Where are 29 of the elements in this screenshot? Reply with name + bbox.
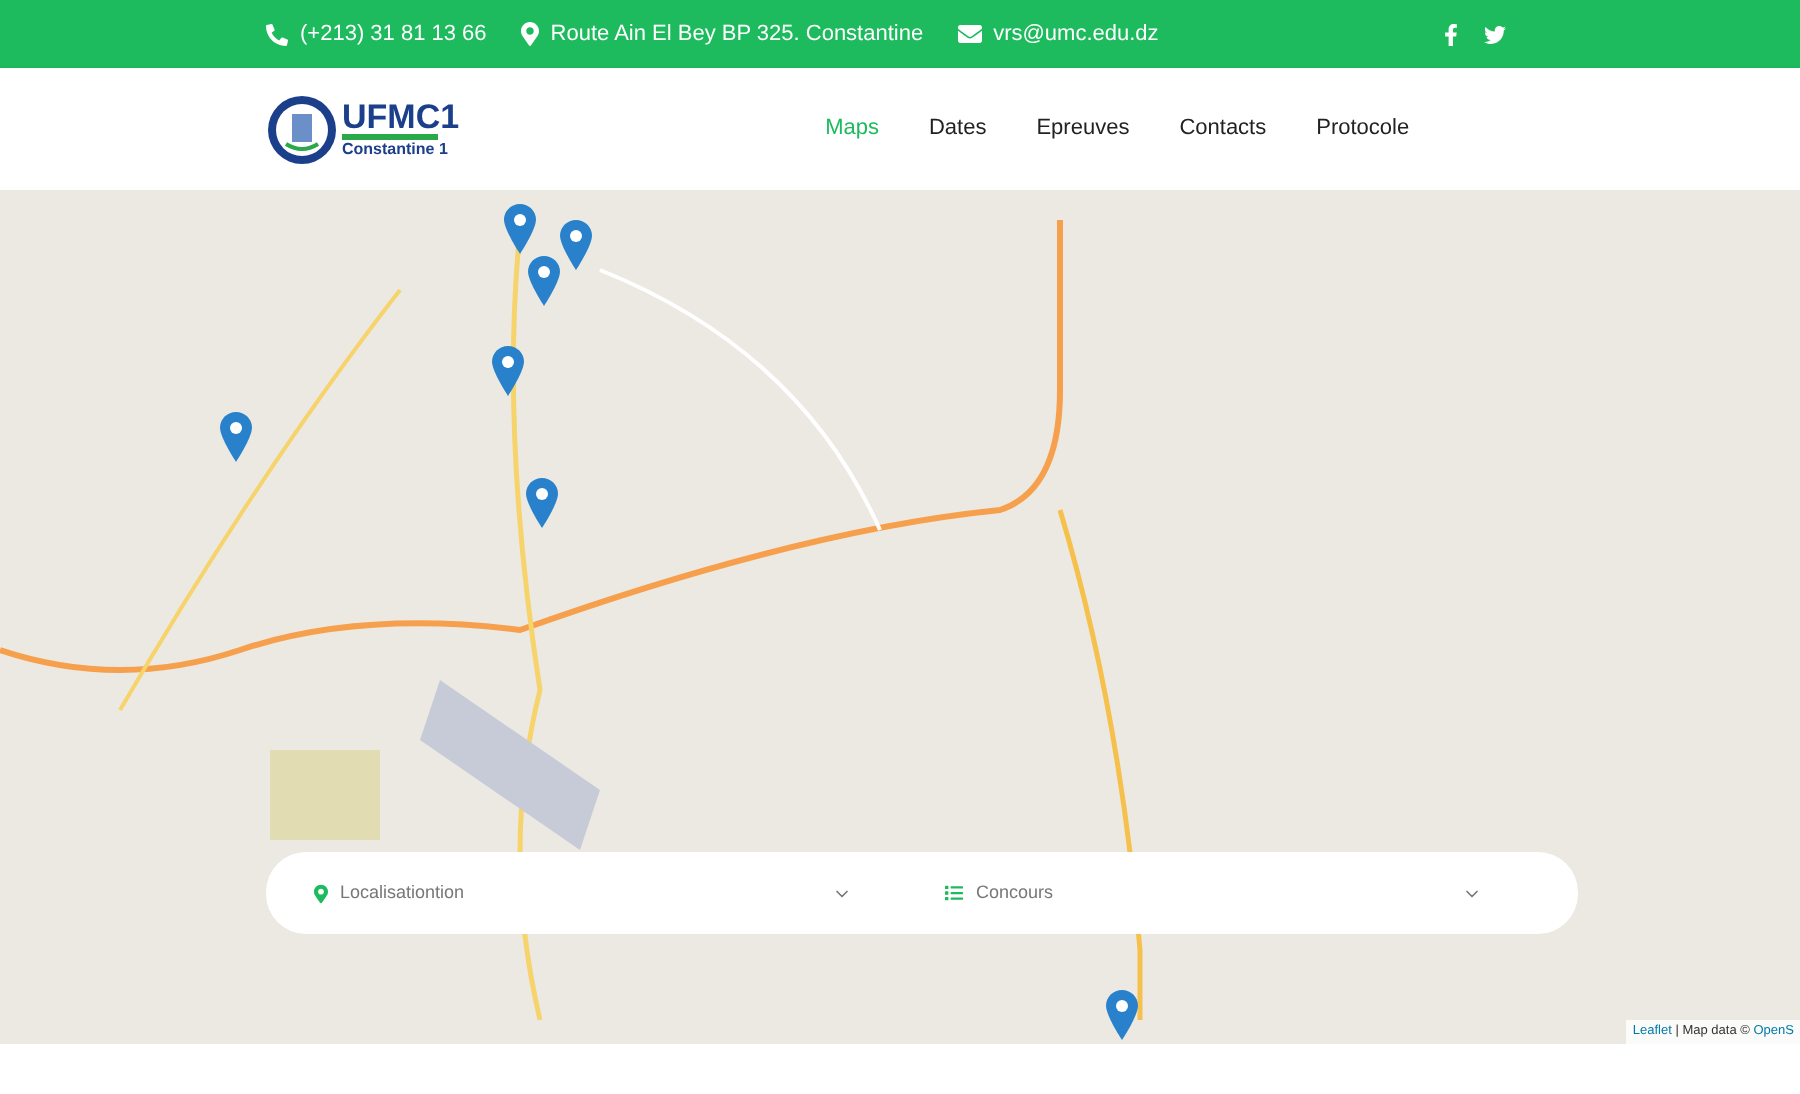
map-pin-icon[interactable] xyxy=(1106,990,1138,1040)
map-pin-icon[interactable] xyxy=(528,256,560,306)
email-text: vrs@umc.edu.dz xyxy=(993,19,1159,50)
phone-number: (+213) 31 81 13 66 xyxy=(300,19,487,50)
nav-link[interactable]: Maps xyxy=(825,112,879,146)
mail-icon xyxy=(957,22,982,46)
map-pin-icon[interactable] xyxy=(492,346,524,396)
logo-title: UFMC1 xyxy=(342,99,460,133)
list-icon xyxy=(944,884,964,902)
location-pin-icon xyxy=(314,883,328,903)
address-text: Route Ain El Bey BP 325. Constantine xyxy=(550,19,924,50)
nav-link[interactable]: Dates xyxy=(928,112,987,146)
university-seal-icon xyxy=(266,93,338,165)
filter-select[interactable]: Localisationtion xyxy=(266,863,856,923)
nav-link[interactable]: Epreuves xyxy=(1036,112,1130,146)
map-pin-icon[interactable] xyxy=(560,220,592,270)
campus-area xyxy=(270,750,380,840)
facebook-icon[interactable] xyxy=(1442,23,1460,45)
map-pin-icon[interactable] xyxy=(504,204,536,254)
nav-link[interactable]: Protocole xyxy=(1316,112,1410,146)
logo-underline xyxy=(342,133,438,139)
twitter-icon[interactable] xyxy=(1484,23,1506,45)
logo-subtitle: Constantine 1 xyxy=(342,139,450,159)
map-pin-icon[interactable] xyxy=(526,478,558,528)
map-pin-icon[interactable] xyxy=(220,412,252,462)
filter-select[interactable]: Concours xyxy=(896,863,1486,923)
location-pin-icon xyxy=(520,22,541,46)
phone-icon xyxy=(266,23,288,45)
nav-link[interactable]: Contacts xyxy=(1179,112,1267,146)
